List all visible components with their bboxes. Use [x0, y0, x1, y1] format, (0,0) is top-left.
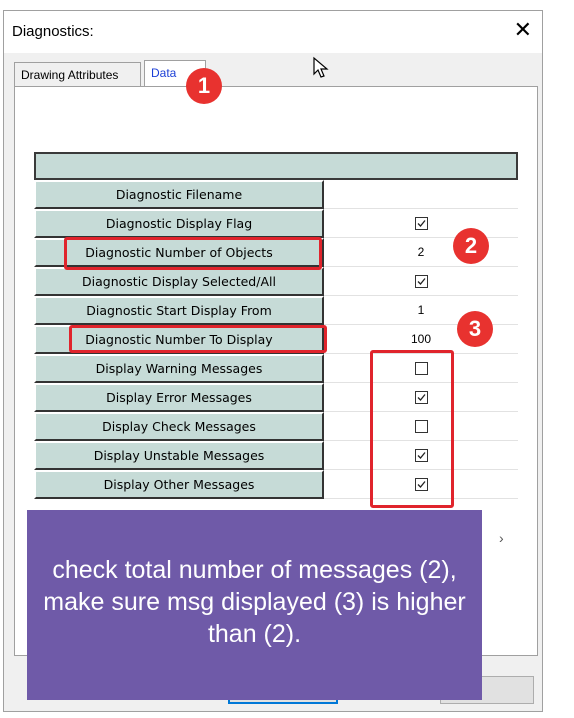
row-value-text: 2: [417, 245, 425, 259]
mouse-cursor-icon: [313, 56, 329, 78]
row-label: Display Error Messages: [34, 383, 324, 412]
grid-row: Diagnostic Filename: [34, 180, 518, 209]
tab-data-label: Data: [151, 66, 177, 80]
close-button[interactable]: ✕: [514, 17, 532, 43]
grid-row: Diagnostic Display Selected/All: [34, 267, 518, 296]
title-bar: Diagnostics: ✕: [4, 11, 542, 53]
tab-drawing-attributes-label: Drawing Attributes: [21, 68, 119, 82]
row-value-text: 1: [417, 303, 425, 317]
annotation-badge-1: 1: [186, 68, 222, 104]
grid-header: [34, 152, 518, 180]
scroll-right-arrow-icon[interactable]: ›: [499, 530, 504, 546]
row-label: Display Check Messages: [34, 412, 324, 441]
row-label: Diagnostic Filename: [34, 180, 324, 209]
row-label: Display Warning Messages: [34, 354, 324, 383]
highlight-number-to-display: [69, 325, 327, 353]
row-value-field[interactable]: 2: [324, 238, 518, 267]
annotation-badge-2: 2: [453, 228, 489, 264]
row-checkbox-cell[interactable]: [324, 267, 518, 296]
grid-row: Diagnostic Display Flag: [34, 209, 518, 238]
row-label: Diagnostic Display Flag: [34, 209, 324, 238]
highlight-number-of-objects: [64, 237, 322, 270]
row-checkbox-cell[interactable]: [324, 209, 518, 238]
tab-drawing-attributes[interactable]: Drawing Attributes: [14, 62, 141, 86]
grid-row: Diagnostic Start Display From 1: [34, 296, 518, 325]
row-label: Diagnostic Display Selected/All: [34, 267, 324, 296]
annotation-callout: check total number of messages (2), make…: [27, 510, 482, 700]
highlight-message-checkboxes: [370, 350, 454, 508]
checked-checkbox[interactable]: [414, 217, 428, 231]
callout-text: check total number of messages (2), make…: [43, 556, 466, 648]
row-value-text: 100: [410, 332, 432, 346]
row-value-field[interactable]: [324, 180, 518, 209]
annotation-badge-3: 3: [457, 311, 493, 347]
row-label: Diagnostic Start Display From: [34, 296, 324, 325]
row-label: Display Unstable Messages: [34, 441, 324, 470]
dialog-title: Diagnostics:: [12, 23, 94, 40]
row-label: Display Other Messages: [34, 470, 324, 499]
checked-checkbox[interactable]: [414, 275, 428, 289]
